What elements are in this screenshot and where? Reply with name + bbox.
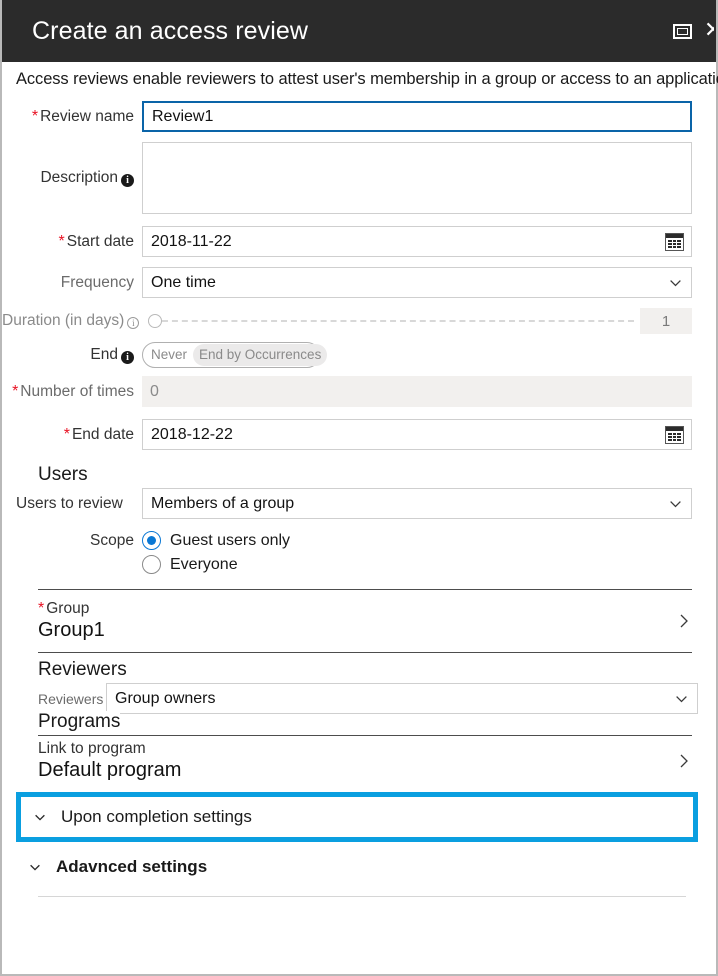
bottom-divider bbox=[38, 896, 686, 897]
required-asterisk: * bbox=[32, 108, 38, 125]
upon-completion-settings-highlight: Upon completion settings bbox=[16, 792, 698, 842]
calendar-icon[interactable] bbox=[665, 426, 684, 444]
number-of-times-label: *Number of times bbox=[2, 383, 142, 401]
end-date-value: 2018-12-22 bbox=[151, 426, 233, 444]
users-to-review-label: Users to review bbox=[2, 495, 142, 513]
start-date-row: *Start date 2018-11-22 bbox=[2, 226, 716, 257]
required-asterisk: * bbox=[64, 426, 70, 443]
review-name-value: Review1 bbox=[152, 108, 213, 126]
scope-option-label: Guest users only bbox=[170, 532, 290, 550]
info-banner: Access reviews enable reviewers to attes… bbox=[2, 62, 716, 97]
frequency-value: One time bbox=[151, 274, 216, 292]
accordion-label: Upon completion settings bbox=[61, 807, 252, 827]
chevron-down-icon[interactable] bbox=[28, 860, 42, 874]
calendar-icon[interactable] bbox=[665, 233, 684, 251]
start-date-label: *Start date bbox=[2, 233, 142, 251]
end-toggle[interactable]: Never End by Occurrences bbox=[142, 342, 320, 368]
accordion-label: Adavnced settings bbox=[56, 857, 207, 877]
users-to-review-select[interactable]: Members of a group bbox=[142, 488, 692, 519]
info-icon[interactable]: i bbox=[127, 317, 139, 329]
create-access-review-window: Create an access review ✕ Access reviews… bbox=[0, 0, 718, 976]
reviewers-label: Reviewers bbox=[2, 691, 106, 707]
number-of-times-input: 0 bbox=[142, 376, 692, 407]
end-label: Endi bbox=[2, 346, 142, 364]
users-to-review-row: Users to review Members of a group bbox=[2, 488, 716, 519]
required-asterisk: * bbox=[59, 233, 65, 250]
scope-row: Scope Guest users only Everyone bbox=[2, 531, 716, 579]
programs-section-heading-wrap: Programs bbox=[2, 711, 120, 733]
maximize-icon[interactable] bbox=[673, 24, 692, 39]
start-date-input[interactable]: 2018-11-22 bbox=[142, 226, 692, 257]
group-value: Group1 bbox=[38, 619, 676, 642]
link-to-program-row[interactable]: Link to program Default program bbox=[2, 736, 716, 786]
frequency-label: Frequency bbox=[2, 274, 142, 292]
link-to-program-texts: Link to program Default program bbox=[38, 740, 676, 782]
duration-row: Duration (in days)i 1 bbox=[2, 308, 716, 334]
form-content: Access reviews enable reviewers to attes… bbox=[2, 62, 716, 897]
review-name-row: *Review name Review1 bbox=[2, 101, 716, 132]
required-asterisk: * bbox=[38, 600, 44, 617]
duration-value: 1 bbox=[640, 308, 692, 334]
accordion-upon-completion-settings[interactable]: Upon completion settings bbox=[21, 797, 693, 837]
scope-option-everyone[interactable]: Everyone bbox=[142, 555, 692, 574]
duration-label: Duration (in days)i bbox=[2, 312, 142, 330]
programs-section-heading: Programs bbox=[38, 711, 120, 733]
description-label: Descriptioni bbox=[2, 169, 142, 187]
chevron-right-icon[interactable] bbox=[676, 753, 692, 769]
radio-icon[interactable] bbox=[142, 555, 161, 574]
info-icon[interactable]: i bbox=[121, 174, 134, 187]
radio-icon[interactable] bbox=[142, 531, 161, 550]
end-option-occurrences[interactable]: End by Occurrences bbox=[193, 344, 327, 366]
chevron-down-icon bbox=[669, 276, 682, 289]
close-icon[interactable]: ✕ bbox=[704, 20, 714, 42]
link-to-program-value: Default program bbox=[38, 759, 676, 782]
frequency-select[interactable]: One time bbox=[142, 267, 692, 298]
review-name-label: *Review name bbox=[2, 108, 142, 126]
page-title: Create an access review bbox=[32, 17, 308, 46]
users-section-heading: Users bbox=[38, 464, 716, 486]
reviewers-section-heading: Reviewers bbox=[38, 659, 716, 681]
group-texts: *Group Group1 bbox=[38, 600, 676, 642]
group-nav-row[interactable]: *Group Group1 bbox=[2, 590, 716, 652]
scope-label: Scope bbox=[2, 531, 142, 550]
frequency-row: Frequency One time bbox=[2, 267, 716, 298]
end-row: Endi Never End by Occurrences bbox=[2, 342, 716, 368]
end-date-label: *End date bbox=[2, 426, 142, 444]
reviewers-value: Group owners bbox=[115, 690, 216, 708]
group-label: *Group bbox=[38, 600, 676, 618]
number-of-times-value: 0 bbox=[150, 383, 159, 401]
users-section-heading-wrap: Users bbox=[2, 464, 716, 486]
end-date-row: *End date 2018-12-22 bbox=[2, 419, 716, 450]
window-controls: ✕ bbox=[673, 0, 716, 62]
window-titlebar: Create an access review ✕ bbox=[2, 0, 716, 62]
chevron-right-icon[interactable] bbox=[676, 613, 692, 629]
scope-option-label: Everyone bbox=[170, 556, 238, 574]
slider-track[interactable] bbox=[162, 320, 634, 322]
review-name-input[interactable]: Review1 bbox=[142, 101, 692, 132]
reviewers-select[interactable]: Group owners bbox=[106, 683, 698, 714]
chevron-down-icon[interactable] bbox=[33, 810, 47, 824]
users-to-review-value: Members of a group bbox=[151, 495, 294, 513]
number-of-times-row: *Number of times 0 bbox=[2, 376, 716, 407]
end-option-never[interactable]: Never bbox=[145, 344, 193, 366]
link-to-program-label: Link to program bbox=[38, 740, 676, 758]
chevron-down-icon bbox=[675, 692, 688, 705]
reviewers-section-heading-wrap: Reviewers bbox=[2, 653, 716, 681]
slider-knob[interactable] bbox=[148, 314, 162, 328]
duration-slider[interactable] bbox=[148, 314, 634, 328]
accordion-advanced-settings[interactable]: Adavnced settings bbox=[2, 846, 716, 888]
info-icon[interactable]: i bbox=[121, 351, 134, 364]
description-row: Descriptioni bbox=[2, 142, 716, 214]
start-date-value: 2018-11-22 bbox=[151, 233, 232, 251]
description-input[interactable] bbox=[142, 142, 692, 214]
required-asterisk: * bbox=[12, 383, 18, 400]
reviewers-row: Reviewers Group owners bbox=[2, 683, 716, 714]
end-date-input[interactable]: 2018-12-22 bbox=[142, 419, 692, 450]
chevron-down-icon bbox=[669, 497, 682, 510]
scope-option-guest-users-only[interactable]: Guest users only bbox=[142, 531, 692, 550]
